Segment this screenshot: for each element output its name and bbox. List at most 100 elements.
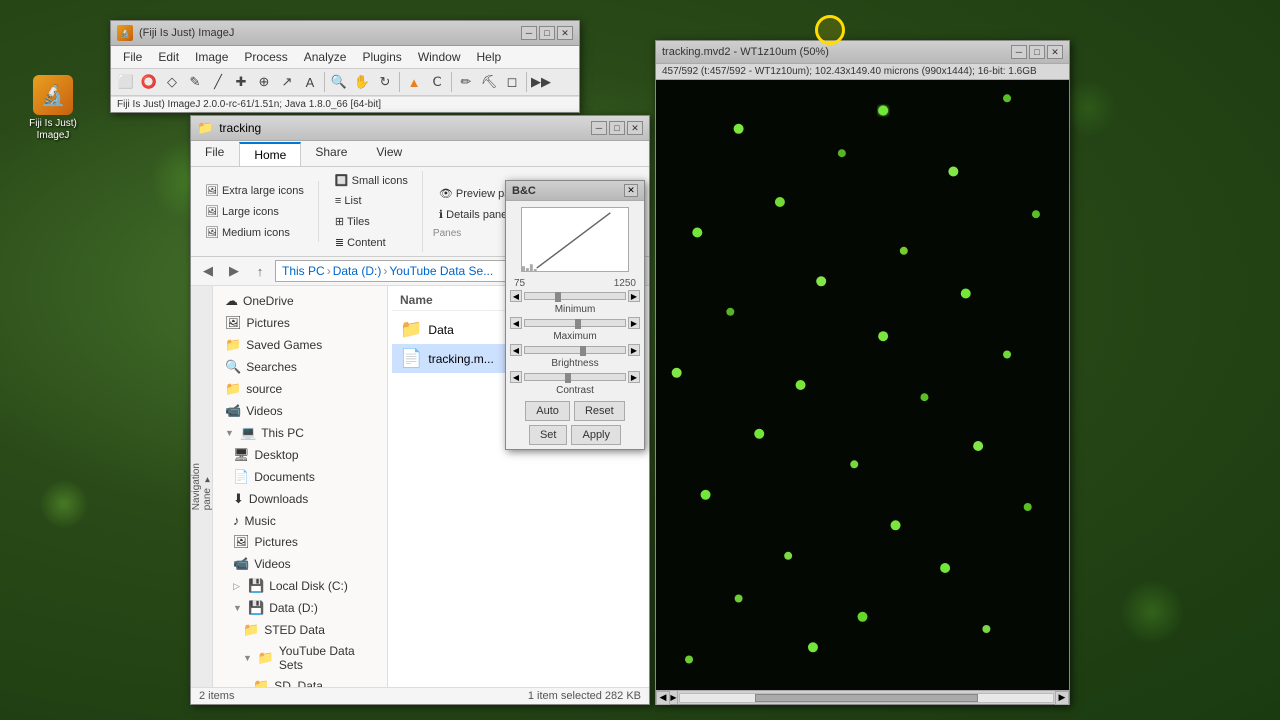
tool-color[interactable]: ▲: [403, 71, 425, 93]
menu-image[interactable]: Image: [187, 48, 236, 66]
tab-share[interactable]: Share: [301, 141, 362, 166]
scroll-thumb-h[interactable]: [755, 694, 979, 702]
tool-extra[interactable]: ▶▶: [530, 71, 552, 93]
menu-help[interactable]: Help: [469, 48, 510, 66]
bc-reset-button[interactable]: Reset: [574, 401, 625, 421]
tab-file[interactable]: File: [191, 141, 239, 166]
scroll-left-button[interactable]: ◀: [656, 691, 670, 705]
imagej-minimize-button[interactable]: ─: [521, 26, 537, 40]
tool-polygon[interactable]: ◇: [161, 71, 183, 93]
nav-item-sted-data[interactable]: 📁 STED Data: [213, 619, 387, 641]
tool-line[interactable]: ╱: [207, 71, 229, 93]
explorer-status-bar: 2 items 1 item selected 282 KB: [191, 687, 649, 704]
tool-eraser[interactable]: ◻: [501, 71, 523, 93]
scroll-track-h[interactable]: [679, 693, 1054, 703]
up-button[interactable]: ↑: [249, 260, 271, 282]
bc-close-button[interactable]: ✕: [624, 184, 638, 197]
forward-button[interactable]: ▶: [223, 260, 245, 282]
nav-item-music[interactable]: ♪ Music: [213, 510, 387, 531]
explorer-maximize-button[interactable]: □: [609, 121, 625, 135]
breadcrumb-data-d[interactable]: Data (D:): [333, 264, 382, 278]
tool-multipoint[interactable]: ⊕: [253, 71, 275, 93]
navigation-pane-label[interactable]: Navigationpane ▾: [191, 463, 213, 510]
nav-item-videos-user[interactable]: 📹 Videos: [213, 400, 387, 422]
nav-item-this-pc[interactable]: ▼ 💻 This PC: [213, 422, 387, 444]
bc-apply-button[interactable]: Apply: [571, 425, 621, 445]
tool-rotate[interactable]: ↻: [374, 71, 396, 93]
nav-item-sd-data[interactable]: 📁 SD_Data: [213, 675, 387, 687]
minimum-left-arrow[interactable]: ◀: [510, 290, 522, 302]
maximum-right-arrow[interactable]: ▶: [628, 317, 640, 329]
btn-large-icons[interactable]: 🖼 Large icons: [199, 202, 310, 221]
tool-scroll[interactable]: ✋: [351, 71, 373, 93]
bc-auto-button[interactable]: Auto: [525, 401, 570, 421]
nav-item-searches[interactable]: 🔍 Searches: [213, 356, 387, 378]
brightness-right-arrow[interactable]: ▶: [628, 344, 640, 356]
btn-extra-large-icons[interactable]: 🖼 Extra large icons: [199, 181, 310, 200]
contrast-left-arrow[interactable]: ◀: [510, 371, 522, 383]
imagej-maximize-button[interactable]: □: [539, 26, 555, 40]
tool-flood[interactable]: ⛏: [478, 71, 500, 93]
back-button[interactable]: ◀: [197, 260, 219, 282]
breadcrumb-this-pc[interactable]: This PC: [282, 264, 325, 278]
image-close-button[interactable]: ✕: [1047, 45, 1063, 59]
desktop-icon-imagej[interactable]: 🔬 Fiji Is Just) ImageJ: [18, 75, 88, 142]
maximum-slider[interactable]: [524, 319, 626, 327]
nav-item-data-d[interactable]: ▼ 💾 Data (D:): [213, 597, 387, 619]
minimum-right-arrow[interactable]: ▶: [628, 290, 640, 302]
scroll-play-button[interactable]: ▶: [670, 691, 678, 704]
minimum-slider[interactable]: [524, 292, 626, 300]
tab-view[interactable]: View: [362, 141, 417, 166]
menu-analyze[interactable]: Analyze: [296, 48, 355, 66]
nav-item-downloads[interactable]: ⬇ Downloads: [213, 488, 387, 510]
nav-item-pictures2[interactable]: 🖼 Pictures: [213, 531, 387, 553]
btn-medium-icons[interactable]: 🖼 Medium icons: [199, 223, 310, 242]
nav-item-saved-games[interactable]: 📁 Saved Games: [213, 334, 387, 356]
image-maximize-button[interactable]: □: [1029, 45, 1045, 59]
tool-oval[interactable]: ⭕: [138, 71, 160, 93]
menu-plugins[interactable]: Plugins: [354, 48, 409, 66]
tool-rect[interactable]: ⬜: [115, 71, 137, 93]
maximum-thumb[interactable]: [575, 319, 581, 329]
maximum-left-arrow[interactable]: ◀: [510, 317, 522, 329]
menu-window[interactable]: Window: [410, 48, 469, 66]
nav-item-videos[interactable]: 📹 Videos: [213, 553, 387, 575]
nav-item-youtube-data-sets[interactable]: ▼ 📁 YouTube Data Sets: [213, 641, 387, 675]
tab-home[interactable]: Home: [239, 142, 301, 166]
btn-tiles[interactable]: ⊞ Tiles: [329, 212, 414, 231]
brightness-thumb[interactable]: [580, 346, 586, 356]
scroll-right-button[interactable]: ▶: [1055, 691, 1069, 705]
nav-item-local-disk-c[interactable]: ▷ 💾 Local Disk (C:): [213, 575, 387, 597]
explorer-minimize-button[interactable]: ─: [591, 121, 607, 135]
nav-item-onedrive[interactable]: ☁ OneDrive: [213, 290, 387, 312]
bc-set-button[interactable]: Set: [529, 425, 568, 445]
contrast-right-arrow[interactable]: ▶: [628, 371, 640, 383]
tool-wand[interactable]: ↗: [276, 71, 298, 93]
nav-item-documents[interactable]: 📄 Documents: [213, 466, 387, 488]
menu-process[interactable]: Process: [236, 48, 295, 66]
btn-content[interactable]: ≣ Content: [329, 233, 414, 252]
nav-item-source[interactable]: 📁 source: [213, 378, 387, 400]
tool-pencil[interactable]: ✏: [455, 71, 477, 93]
contrast-slider[interactable]: [524, 373, 626, 381]
image-minimize-button[interactable]: ─: [1011, 45, 1027, 59]
tool-lut[interactable]: Ⅽ: [426, 71, 448, 93]
breadcrumb-youtube[interactable]: YouTube Data Se...: [389, 264, 493, 278]
tool-text[interactable]: A: [299, 71, 321, 93]
tool-freehand[interactable]: ✎: [184, 71, 206, 93]
minimum-thumb[interactable]: [555, 292, 561, 302]
brightness-slider[interactable]: [524, 346, 626, 354]
explorer-close-button[interactable]: ✕: [627, 121, 643, 135]
btn-list[interactable]: ≡ List: [329, 192, 414, 210]
contrast-thumb[interactable]: [565, 373, 571, 383]
nav-item-desktop[interactable]: 🖥 Desktop: [213, 444, 387, 466]
tool-point[interactable]: ✚: [230, 71, 252, 93]
btn-small-icons[interactable]: 🔲 Small icons: [329, 171, 414, 190]
image-canvas[interactable]: [656, 80, 1069, 690]
brightness-left-arrow[interactable]: ◀: [510, 344, 522, 356]
imagej-close-button[interactable]: ✕: [557, 26, 573, 40]
nav-item-pictures[interactable]: 🖼 Pictures: [213, 312, 387, 334]
menu-edit[interactable]: Edit: [150, 48, 187, 66]
tool-zoom[interactable]: 🔍: [328, 71, 350, 93]
menu-file[interactable]: File: [115, 48, 150, 66]
